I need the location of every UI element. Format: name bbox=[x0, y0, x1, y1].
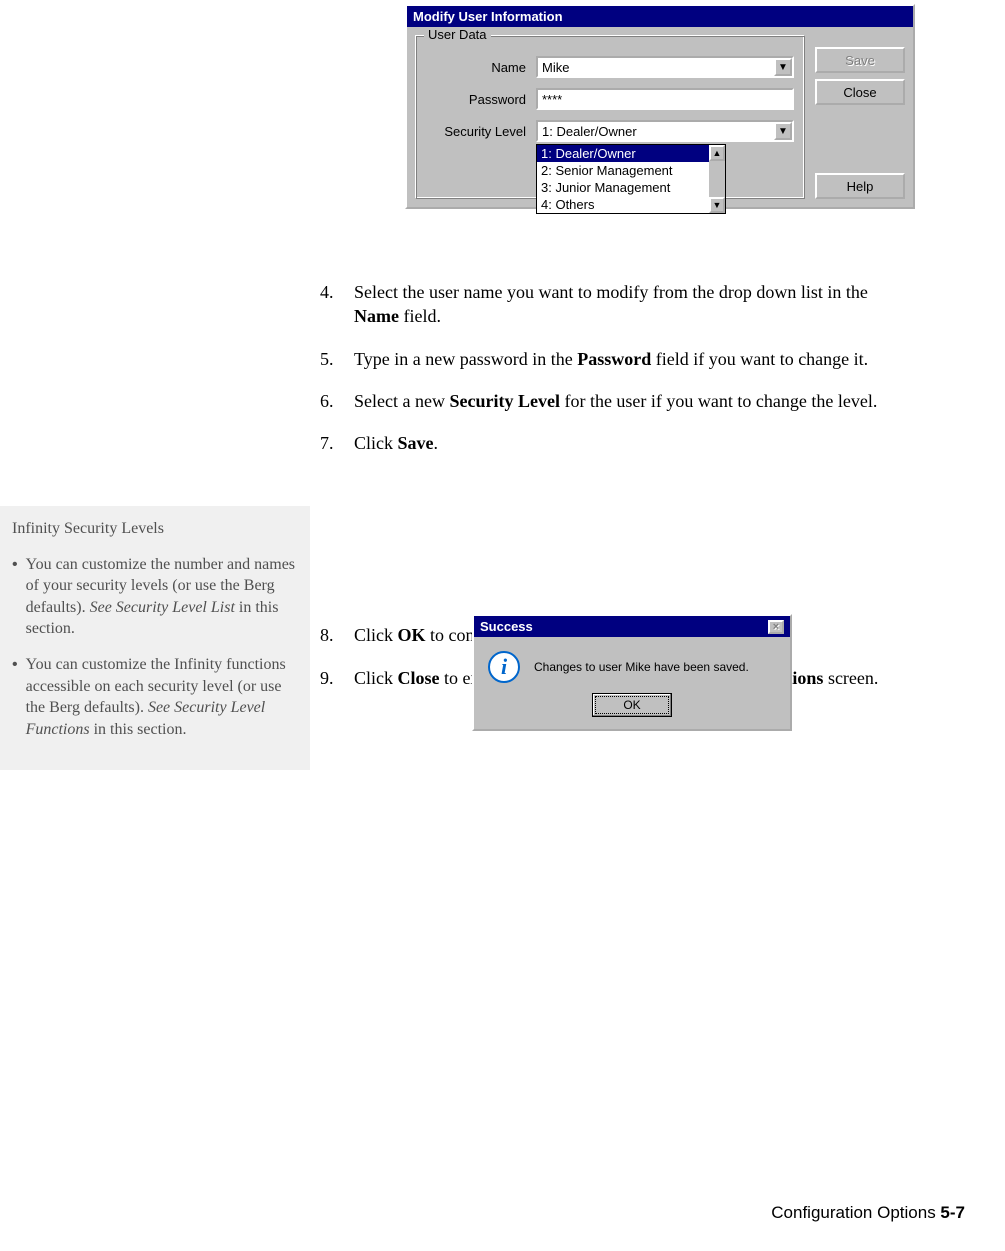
sidebar-bullet: You can customize the number and names o… bbox=[12, 554, 298, 640]
step-text: for the user if you want to change the l… bbox=[560, 391, 877, 411]
ok-button[interactable]: OK bbox=[592, 693, 672, 717]
step-text: Click bbox=[354, 668, 398, 688]
step-text: Click bbox=[354, 433, 398, 453]
bold-text: Name bbox=[354, 306, 399, 326]
chevron-down-icon[interactable]: ▼ bbox=[774, 58, 792, 76]
step-text: field. bbox=[399, 306, 441, 326]
step-number: 4. bbox=[320, 280, 354, 329]
close-icon[interactable]: × bbox=[768, 620, 784, 634]
footer-section: Configuration Options bbox=[771, 1203, 940, 1222]
page-footer: Configuration Options 5-7 bbox=[771, 1203, 965, 1223]
step-number: 9. bbox=[320, 666, 354, 690]
chevron-down-icon[interactable]: ▼ bbox=[774, 122, 792, 140]
modify-user-dialog: Modify User Information User Data Name M… bbox=[405, 4, 915, 209]
bold-text: Password bbox=[577, 349, 651, 369]
password-value: **** bbox=[542, 92, 562, 107]
dropdown-option[interactable]: 2: Senior Management bbox=[537, 162, 725, 179]
bold-text: Save bbox=[398, 433, 434, 453]
step-text: Type in a new password in the bbox=[354, 349, 577, 369]
sidebar-note: Infinity Security Levels You can customi… bbox=[0, 506, 310, 770]
step-number: 8. bbox=[320, 623, 354, 647]
security-level-value: 1: Dealer/Owner bbox=[542, 124, 637, 139]
scroll-down-icon[interactable]: ▼ bbox=[709, 197, 725, 213]
step-number: 6. bbox=[320, 389, 354, 413]
close-button[interactable]: Close bbox=[815, 79, 905, 105]
password-label: Password bbox=[426, 92, 536, 107]
fieldset-legend: User Data bbox=[424, 27, 491, 42]
dropdown-option[interactable]: 1: Dealer/Owner bbox=[537, 145, 725, 162]
sidebar-text: in this section. bbox=[90, 721, 187, 738]
step-text: Select a new bbox=[354, 391, 449, 411]
step-text: . bbox=[434, 433, 439, 453]
scrollbar[interactable]: ▲ ▼ bbox=[709, 145, 725, 213]
help-button[interactable]: Help bbox=[815, 173, 905, 199]
success-message: Changes to user Mike have been saved. bbox=[534, 660, 749, 674]
name-value: Mike bbox=[542, 60, 569, 75]
security-level-dropdown[interactable]: 1: Dealer/Owner 2: Senior Management 3: … bbox=[536, 144, 726, 214]
sidebar-heading: Infinity Security Levels bbox=[12, 518, 298, 540]
name-label: Name bbox=[426, 60, 536, 75]
dropdown-option[interactable]: 4: Others bbox=[537, 196, 725, 213]
footer-page: 5-7 bbox=[940, 1203, 965, 1222]
save-button[interactable]: Save bbox=[815, 47, 905, 73]
step-number: 7. bbox=[320, 431, 354, 455]
step-text: field if you want to change it. bbox=[651, 349, 868, 369]
user-data-fieldset: User Data Name Mike ▼ Password **** Secu… bbox=[415, 35, 805, 199]
security-level-combo[interactable]: 1: Dealer/Owner ▼ bbox=[536, 120, 794, 142]
dialog-title: Modify User Information bbox=[407, 6, 913, 27]
name-combo[interactable]: Mike ▼ bbox=[536, 56, 794, 78]
bold-text: Close bbox=[398, 668, 440, 688]
scroll-up-icon[interactable]: ▲ bbox=[709, 145, 725, 161]
step-text: Click bbox=[354, 625, 398, 645]
security-level-label: Security Level bbox=[426, 124, 536, 139]
sidebar-ref: See Security Level List bbox=[90, 599, 235, 616]
bold-text: OK bbox=[398, 625, 426, 645]
success-dialog: Success × i Changes to user Mike have be… bbox=[472, 614, 792, 731]
sidebar-bullet: You can customize the Infinity functions… bbox=[12, 654, 298, 740]
bold-text: Security Level bbox=[449, 391, 559, 411]
password-input[interactable]: **** bbox=[536, 88, 794, 110]
step-text: screen. bbox=[823, 668, 878, 688]
step-number: 5. bbox=[320, 347, 354, 371]
step-text: Select the user name you want to modify … bbox=[354, 282, 868, 302]
success-title: Success bbox=[480, 619, 533, 634]
info-icon: i bbox=[488, 651, 520, 683]
dropdown-option[interactable]: 3: Junior Management bbox=[537, 179, 725, 196]
